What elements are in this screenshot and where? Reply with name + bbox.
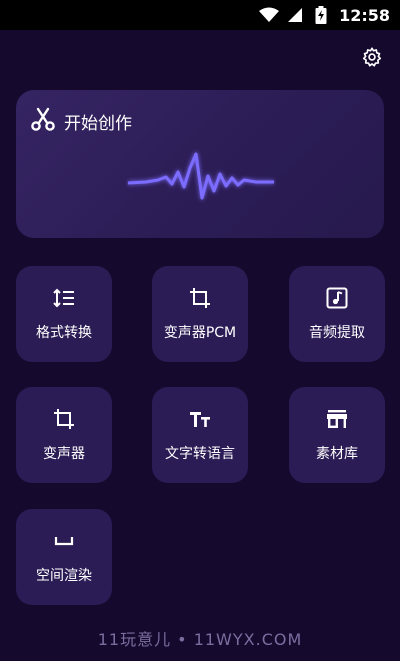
signal-icon [285, 6, 305, 24]
tile-text-to-speech[interactable]: 文字转语言 [152, 387, 248, 483]
hero-title: 开始创作 [30, 106, 132, 136]
battery-charging-icon [311, 6, 331, 24]
tile-label: 空间渲染 [36, 568, 92, 584]
gear-icon [362, 47, 382, 67]
status-time: 12:58 [339, 5, 390, 25]
tile-material-library[interactable]: 素材库 [289, 387, 385, 483]
tile-label: 格式转换 [36, 325, 92, 341]
start-creating-card[interactable]: 开始创作 [16, 90, 384, 238]
tile-spatial-rendering[interactable]: 空间渲染 [16, 509, 112, 605]
tile-voice-changer[interactable]: 变声器 [16, 387, 112, 483]
music-note-icon [325, 286, 349, 310]
tile-voice-changer-pcm[interactable]: 变声器PCM [152, 266, 248, 362]
settings-button[interactable] [360, 45, 384, 69]
watermark: 11玩意儿 • 11WYX.COM [97, 630, 303, 649]
tile-label: 素材库 [316, 446, 358, 462]
status-bar: 12:58 [0, 0, 400, 30]
tile-label: 变声器 [43, 446, 85, 462]
tile-label: 文字转语言 [165, 446, 235, 462]
tile-label: 音频提取 [309, 325, 365, 341]
wifi-icon [259, 6, 280, 24]
hero-title-text: 开始创作 [64, 113, 132, 134]
line-spacing-icon [52, 286, 76, 310]
waveform-graphic [127, 152, 274, 200]
tile-audio-extraction[interactable]: 音频提取 [289, 266, 385, 362]
space-bar-icon [52, 529, 76, 553]
tile-format-conversion[interactable]: 格式转换 [16, 266, 112, 362]
crop-icon [188, 286, 212, 310]
scissors-icon [30, 106, 56, 136]
text-fields-icon [188, 407, 212, 431]
crop-icon [52, 407, 76, 431]
tile-label: 变声器PCM [163, 325, 237, 341]
store-icon [325, 407, 349, 431]
